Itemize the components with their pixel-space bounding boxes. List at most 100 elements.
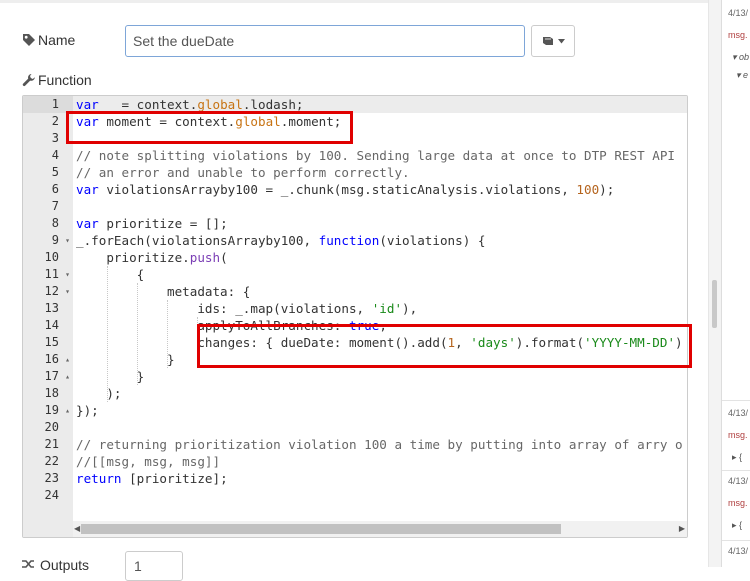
fold-toggle-icon[interactable]: ▾ — [65, 232, 70, 249]
fold-toggle-icon[interactable]: ▴ — [65, 402, 70, 419]
tag-icon — [23, 34, 35, 46]
function-label: Function — [38, 72, 92, 88]
line-number: 4 — [51, 148, 59, 162]
code-line: prioritize.push( — [76, 250, 228, 265]
horizontal-scrollbar[interactable]: ◀ ▶ — [73, 521, 687, 537]
line-number: 22 — [44, 454, 59, 468]
outputs-input[interactable]: 1 — [125, 551, 183, 581]
horizontal-scroll-thumb[interactable] — [81, 524, 561, 534]
code-text-area[interactable]: var _ = context.global.lodash; var momen… — [73, 96, 687, 521]
line-number: 1 — [51, 97, 59, 111]
line-number: 14 — [44, 318, 59, 332]
gutter-row: 12 ▾ — [23, 283, 73, 300]
code-line: var moment = context.global.moment; — [76, 114, 342, 129]
debug-timestamp: 4/13/ — [728, 476, 749, 486]
gutter-row: 23 — [23, 470, 73, 487]
code-line: // an error and unable to perform correc… — [76, 165, 410, 180]
line-number: 23 — [44, 471, 59, 485]
code-line: // returning prioritization violation 10… — [76, 437, 683, 452]
debug-separator — [722, 470, 750, 471]
fold-toggle-icon[interactable]: ▾ — [65, 283, 70, 300]
line-number: 9 — [51, 233, 59, 247]
code-line: applyToAllBranches: true, — [76, 318, 387, 333]
code-line: //[[msg, msg, msg]] — [76, 454, 221, 469]
line-number: 11 — [44, 267, 59, 281]
gutter-row: 10 — [23, 249, 73, 266]
debug-tree-item[interactable]: ▸ { — [732, 452, 742, 463]
scroll-right-icon[interactable]: ▶ — [679, 524, 685, 533]
debug-tree-item[interactable]: ▾ ob — [732, 52, 749, 63]
node-icon-button[interactable] — [531, 25, 575, 57]
gutter-row: 15 — [23, 334, 73, 351]
gutter-row: 11 ▾ — [23, 266, 73, 283]
debug-timestamp: 4/13/ — [728, 546, 749, 556]
panel-vertical-scrollbar[interactable] — [708, 0, 721, 567]
debug-separator — [722, 400, 750, 401]
line-number: 10 — [44, 250, 59, 264]
debug-sidebar: 4/13/ msg. ▾ ob ▾ e 4/13/ msg. ▸ { 4/13/… — [721, 0, 750, 567]
line-number-gutter: 1 2 3 4 5 6 7 8 9 ▾ 10 11 ▾ 12 ▾ 13 14 15 1… — [23, 96, 73, 537]
line-number: 5 — [51, 165, 59, 179]
debug-topic[interactable]: msg. — [728, 430, 748, 440]
line-number: 13 — [44, 301, 59, 315]
debug-topic[interactable]: msg. — [728, 30, 748, 40]
code-line: metadata: { — [76, 284, 251, 299]
name-label: Name — [38, 32, 76, 48]
code-line: var prioritize = []; — [76, 216, 228, 231]
gutter-row: 9 ▾ — [23, 232, 73, 249]
gutter-row: 7 — [23, 198, 73, 215]
code-editor[interactable]: 1 2 3 4 5 6 7 8 9 ▾ 10 11 ▾ 12 ▾ 13 14 15 1… — [22, 95, 688, 538]
code-line: // note splitting violations by 100. Sen… — [76, 148, 675, 163]
line-number: 24 — [44, 488, 59, 502]
line-number: 21 — [44, 437, 59, 451]
scroll-left-icon[interactable]: ◀ — [74, 524, 80, 533]
shuffle-icon — [22, 560, 34, 568]
debug-tree-item[interactable]: ▸ { — [732, 520, 742, 531]
line-number: 19 — [44, 403, 59, 417]
debug-timestamp: 4/13/ — [728, 8, 749, 18]
gutter-row: 5 — [23, 164, 73, 181]
line-number: 6 — [51, 182, 59, 196]
gutter-row: 4 — [23, 147, 73, 164]
gutter-row: 3 — [23, 130, 73, 147]
gutter-row: 22 — [23, 453, 73, 470]
gutter-row: 24 — [23, 487, 73, 504]
panel-top-border — [0, 0, 708, 3]
fold-toggle-icon[interactable]: ▴ — [65, 351, 70, 368]
gutter-row: 18 — [23, 385, 73, 402]
debug-tree-item[interactable]: ▾ e — [736, 70, 748, 81]
code-line: var _ = context.global.lodash; — [76, 97, 304, 112]
line-number: 8 — [51, 216, 59, 230]
gutter-row: 8 — [23, 215, 73, 232]
name-input[interactable]: Set the dueDate — [125, 25, 525, 57]
gutter-row: 19 ▴ — [23, 402, 73, 419]
line-number: 3 — [51, 131, 59, 145]
code-line: changes: { dueDate: moment().add(1, 'day… — [76, 335, 683, 350]
debug-topic[interactable]: msg. — [728, 498, 748, 508]
book-icon — [542, 37, 553, 45]
outputs-label: Outputs — [40, 557, 90, 573]
gutter-row: 1 — [23, 96, 73, 113]
code-line: var violationsArrayby100 = _.chunk(msg.s… — [76, 182, 615, 197]
fold-toggle-icon[interactable]: ▾ — [65, 266, 70, 283]
name-input-value: Set the dueDate — [133, 33, 235, 49]
code-line: } — [76, 352, 175, 367]
gutter-row: 17 ▴ — [23, 368, 73, 385]
line-number: 15 — [44, 335, 59, 349]
debug-timestamp: 4/13/ — [728, 408, 749, 418]
line-number: 7 — [51, 199, 59, 213]
code-line: return [prioritize]; — [76, 471, 228, 486]
code-line: ids: _.map(violations, 'id'), — [76, 301, 418, 316]
line-number: 16 — [44, 352, 59, 366]
line-number: 2 — [51, 114, 59, 128]
outputs-value: 1 — [134, 558, 142, 574]
fold-toggle-icon[interactable]: ▴ — [65, 368, 70, 385]
line-number: 12 — [44, 284, 59, 298]
code-line: { — [76, 267, 145, 282]
vertical-scroll-thumb[interactable] — [712, 280, 717, 328]
gutter-row: 20 — [23, 419, 73, 436]
wrench-icon — [22, 74, 35, 87]
code-line: } — [76, 369, 145, 384]
code-line: ); — [76, 386, 122, 401]
line-number: 20 — [44, 420, 59, 434]
